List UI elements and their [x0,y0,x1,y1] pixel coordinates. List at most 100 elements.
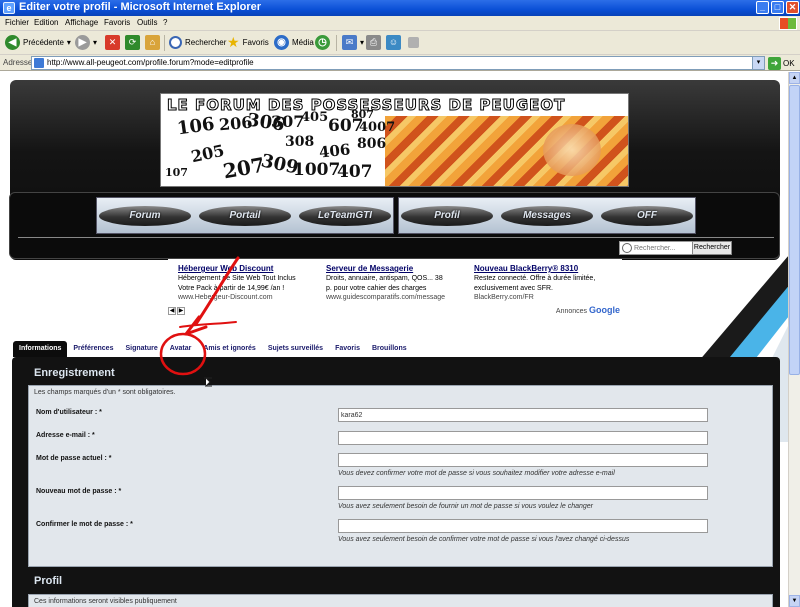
back-label: Précédente [23,38,64,47]
forum-search-button[interactable]: Rechercher [692,241,732,255]
menu-edition[interactable]: Edition [34,18,58,27]
stop-button[interactable]: ✕ [105,34,120,51]
tab-sujets[interactable]: Sujets surveillés [262,341,329,357]
field-help: Vous avez seulement besoin de fournir un… [338,503,594,510]
ads-label: Annonces [555,308,588,315]
new-password-input[interactable] [338,486,708,500]
back-dropdown-icon[interactable]: ▾ [67,38,71,47]
ad-url[interactable]: www.Hebergeur-Discount.com [178,293,318,302]
menu-affichage[interactable]: Affichage [65,18,98,27]
browser-window: e Editer votre profil - Microsoft Intern… [0,0,800,607]
minimize-button[interactable]: _ [756,1,769,14]
scroll-down-icon[interactable]: ▼ [789,595,800,607]
vertical-scrollbar[interactable]: ▲ ▼ [788,72,800,607]
nav-off[interactable]: OFF [601,206,693,226]
menu-favoris[interactable]: Favoris [104,18,130,27]
banner-number: 205 [189,140,227,167]
field-label: Nom d'utilisateur : * [36,409,102,416]
stop-icon: ✕ [105,35,120,50]
tab-preferences[interactable]: Préférences [67,341,119,357]
page-content: LE FORUM DES POSSESSEURS DE PEUGEOT 106 … [0,72,788,607]
ad-title[interactable]: Hébergeur Web Discount [178,264,318,273]
favorites-button[interactable]: ★ Favoris [227,34,269,51]
nav-group-left: Forum Portail LeTeamGTI [96,197,394,234]
messenger-button[interactable]: ☺ [386,34,401,51]
nav-portail[interactable]: Portail [199,206,291,226]
required-note: Les champs marqués d'un * sont obligatoi… [34,389,176,396]
tab-amis[interactable]: Amis et ignorés [197,341,262,357]
ad-text: Restez connecté. Offre à durée limitée, [474,275,596,282]
tab-avatar[interactable]: Avatar [164,341,198,357]
banner-number: 4007 [359,120,396,135]
tab-informations[interactable]: Informations [13,341,68,357]
ad-next-icon[interactable]: ▶ [177,307,185,315]
banner-number: 407 [337,162,373,182]
nav-profil[interactable]: Profil [401,206,493,226]
print-button[interactable]: ⎙ [366,34,381,51]
go-label: OK [783,58,795,68]
registration-form: Les champs marqués d'un * sont obligatoi… [28,385,773,567]
media-icon: ◉ [274,35,289,50]
banner-number: 307 [271,112,305,131]
search-icon [622,243,632,253]
tab-signature[interactable]: Signature [119,341,163,357]
section-profil: Profil [34,575,63,587]
banner-number: 308 [285,134,315,150]
banner-number: 405 [301,110,329,125]
nav-leteamgti[interactable]: LeTeamGTI [299,206,391,226]
maximize-button[interactable]: □ [771,1,784,14]
current-password-input[interactable] [338,453,708,467]
banner-number: 807 [351,108,374,121]
scroll-thumb[interactable] [789,85,800,375]
menu-help[interactable]: ? [163,18,167,27]
confirm-password-input[interactable] [338,519,708,533]
nav-messages[interactable]: Messages [501,206,593,226]
star-icon: ★ [227,34,240,50]
username-input[interactable] [338,408,708,422]
menu-fichier[interactable]: Fichier [5,18,29,27]
tab-brouillons[interactable]: Brouillons [366,341,413,357]
address-url[interactable]: http://www.all-peugeot.com/profile.forum… [47,58,254,67]
forward-button[interactable]: ▶ ▾ [75,34,97,51]
media-button[interactable]: ◉ Média [274,34,314,51]
refresh-icon: ⟳ [125,35,140,50]
nav-forum[interactable]: Forum [99,206,191,226]
ad-title[interactable]: Nouveau BlackBerry® 8310 [474,264,614,273]
discuss-icon [408,37,419,48]
ads-by-google[interactable]: Annonces Google [556,305,620,315]
address-label: Adresse [3,58,33,67]
ad-prev-icon[interactable]: ◀ [168,307,176,315]
mail-dropdown-icon[interactable]: ▾ [360,38,364,47]
refresh-button[interactable]: ⟳ [125,34,140,51]
forum-banner[interactable]: LE FORUM DES POSSESSEURS DE PEUGEOT 106 … [160,93,629,187]
ad-text: Hébergement de Site Web Tout Inclus [178,275,296,282]
ad-item[interactable]: Hébergeur Web Discount Hébergement de Si… [178,264,318,302]
field-label: Mot de passe actuel : * [36,455,112,462]
search-button[interactable]: Rechercher [169,34,226,51]
address-dropdown-icon[interactable]: ▾ [752,57,764,69]
address-input[interactable]: http://www.all-peugeot.com/profile.forum… [31,56,765,70]
ad-url[interactable]: BlackBerry.com/FR [474,293,614,302]
close-button[interactable]: ✕ [786,1,799,14]
home-button[interactable]: ⌂ [145,34,160,51]
back-button[interactable]: ◀ Précédente ▾ [5,34,71,51]
menu-outils[interactable]: Outils [137,18,157,27]
ad-text: p. pour votre cahier des charges [326,285,427,292]
mail-button[interactable]: ✉ ▾ [342,34,364,51]
favorites-label: Favoris [242,38,269,47]
email-input[interactable] [338,431,708,445]
ad-url[interactable]: www.guidescomparatifs.com/message [326,293,466,302]
home-icon: ⌂ [145,35,160,50]
go-button[interactable]: ➜ OK [768,56,795,70]
ad-item[interactable]: Nouveau BlackBerry® 8310 Restez connecté… [474,264,614,302]
ad-text: exclusivement avec SFR. [474,285,553,292]
forward-dropdown-icon[interactable]: ▾ [93,38,97,47]
discuss-button[interactable] [408,34,419,51]
field-label: Confirmer le mot de passe : * [36,521,133,528]
history-button[interactable]: ◷ [315,34,330,51]
ad-text: Droits, annuaire, antispam, QOS... 38 [326,275,443,282]
scroll-up-icon[interactable]: ▲ [789,72,800,84]
ad-item[interactable]: Serveur de Messagerie Droits, annuaire, … [326,264,466,302]
tab-favoris[interactable]: Favoris [329,341,366,357]
ad-title[interactable]: Serveur de Messagerie [326,264,466,273]
